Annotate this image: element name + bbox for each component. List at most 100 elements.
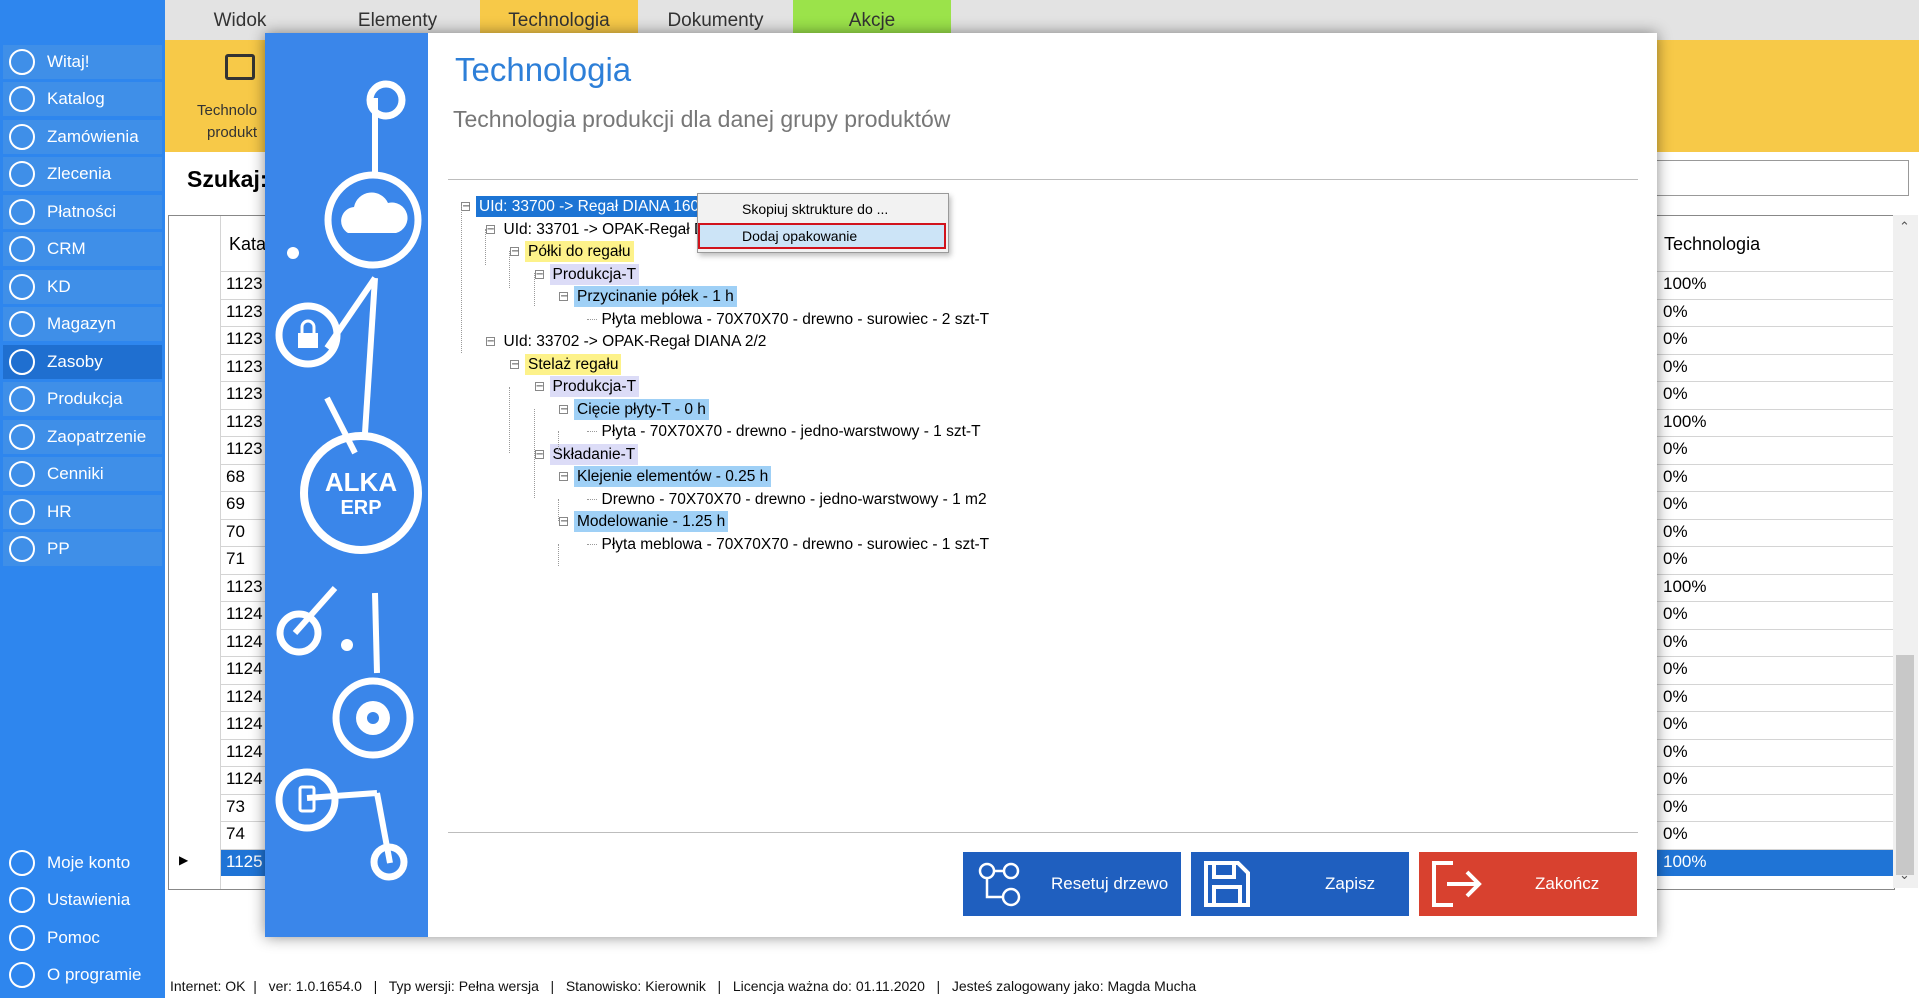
tree-node[interactable]: Płyta meblowa - 70X70X70 - drewno - suro…	[599, 534, 993, 555]
scrollbar-thumb[interactable]	[1896, 655, 1914, 875]
collapse-toggle-icon[interactable]: −	[534, 449, 544, 459]
grid-cell-catalog[interactable]: 69	[226, 494, 245, 514]
sidebar-item-płatności[interactable]: Płatności	[3, 195, 162, 229]
grid-cell-catalog[interactable]: 1124	[226, 632, 263, 652]
tree-node[interactable]: Modelowanie - 1.25 h	[574, 511, 729, 532]
grid-cell-catalog[interactable]: 1123	[226, 412, 263, 432]
tree-node[interactable]: Stelaż regału	[525, 353, 622, 375]
grid-header-left[interactable]: Kata	[229, 234, 266, 255]
collapse-toggle-icon[interactable]: −	[559, 404, 568, 414]
sidebar-item-kd[interactable]: KD	[3, 270, 162, 304]
sidebar-item-crm[interactable]: CRM	[3, 232, 162, 266]
collapse-toggle-icon[interactable]: −	[534, 382, 544, 392]
grid-cell-technology[interactable]: 0%	[1663, 714, 1688, 734]
grid-cell-technology[interactable]: 0%	[1663, 302, 1688, 322]
reset-tree-button[interactable]: Resetuj drzewo	[963, 852, 1181, 916]
sidebar-item-o-programie[interactable]: O programie	[3, 958, 162, 992]
tree-node[interactable]: Produkcja-T	[549, 376, 640, 397]
collapse-toggle-icon[interactable]: −	[534, 269, 544, 279]
grid-cell-catalog[interactable]: 1124	[226, 659, 263, 679]
grid-scrollbar[interactable]: ⌃ ⌄	[1893, 215, 1918, 888]
collapse-toggle-icon[interactable]: −	[461, 202, 470, 212]
grid-cell-technology[interactable]: 100%	[1663, 577, 1706, 597]
grid-cell-catalog[interactable]: 1124	[226, 687, 263, 707]
sidebar-item-ustawienia[interactable]: Ustawienia	[3, 883, 162, 917]
grid-cell-technology[interactable]: 0%	[1663, 439, 1688, 459]
collapse-toggle-icon[interactable]: −	[485, 337, 495, 347]
grid-cell-technology[interactable]: 0%	[1663, 797, 1688, 817]
grid-cell-technology[interactable]: 0%	[1663, 742, 1688, 762]
grid-cell-catalog[interactable]: 1125	[226, 852, 263, 872]
sidebar-item-zamówienia[interactable]: Zamówienia	[3, 120, 162, 154]
collapse-toggle-icon[interactable]: −	[510, 359, 519, 369]
grid-cell-catalog[interactable]: 74	[226, 824, 245, 844]
grid-cell-catalog[interactable]: 71	[226, 549, 245, 569]
sidebar-item-produkcja[interactable]: Produkcja	[3, 382, 162, 416]
exit-button[interactable]: Zakończ	[1419, 852, 1637, 916]
grid-cell-technology[interactable]: 0%	[1663, 604, 1688, 624]
tree-node[interactable]: Klejenie elementów - 0.25 h	[574, 466, 772, 487]
grid-cell-catalog[interactable]: 1123	[226, 357, 263, 377]
scroll-up-icon[interactable]: ⌃	[1899, 219, 1910, 235]
tree-node[interactable]: Drewno - 70X70X70 - drewno - jedno-warst…	[599, 489, 990, 510]
menu-item-add-packaging[interactable]: Dodaj opakowanie	[698, 223, 946, 249]
grid-cell-catalog[interactable]: 73	[226, 797, 245, 817]
grid-cell-technology[interactable]: 0%	[1663, 357, 1688, 377]
grid-cell-catalog[interactable]: 1123	[226, 439, 263, 459]
grid-cell-technology[interactable]: 0%	[1663, 632, 1688, 652]
tree-node[interactable]: Półki do regału	[525, 241, 634, 262]
grid-cell-technology[interactable]: 0%	[1663, 494, 1688, 514]
collapse-toggle-icon[interactable]: −	[559, 292, 568, 302]
grid-cell-technology[interactable]: 0%	[1663, 384, 1688, 404]
grid-cell-catalog[interactable]: 1123	[226, 384, 263, 404]
save-button[interactable]: Zapisz	[1191, 852, 1409, 916]
sidebar-item-hr[interactable]: HR	[3, 495, 162, 529]
grid-cell-technology[interactable]: 100%	[1663, 274, 1706, 294]
sidebar-item-zasoby[interactable]: Zasoby	[3, 345, 162, 379]
grid-cell-technology[interactable]: 0%	[1663, 769, 1688, 789]
sidebar-item-zlecenia[interactable]: Zlecenia	[3, 157, 162, 191]
sidebar-item-zaopatrzenie[interactable]: Zaopatrzenie	[3, 420, 162, 454]
sidebar-item-magazyn[interactable]: Magazyn	[3, 307, 162, 341]
grid-cell-technology[interactable]: 0%	[1663, 824, 1688, 844]
grid-header-technology[interactable]: Technologia	[1664, 234, 1760, 255]
tree-node[interactable]: Składanie-T	[549, 443, 639, 465]
grid-cell-catalog[interactable]: 1123	[226, 329, 263, 349]
grid-cell-technology[interactable]: 100%	[1663, 852, 1706, 872]
tree-node[interactable]: Produkcja-T	[549, 263, 640, 285]
grid-cell-technology[interactable]: 0%	[1663, 329, 1688, 349]
grid-cell-catalog[interactable]: 1124	[226, 714, 263, 734]
collapse-toggle-icon[interactable]: −	[485, 224, 495, 234]
tree-node[interactable]: Płyta - 70X70X70 - drewno - jedno-warstw…	[599, 421, 984, 442]
grid-cell-catalog[interactable]: 70	[226, 522, 245, 542]
grid-cell-catalog[interactable]: 68	[226, 467, 245, 487]
collapse-toggle-icon[interactable]: −	[559, 472, 568, 482]
tree-node[interactable]: Płyta meblowa - 70X70X70 - drewno - suro…	[599, 309, 993, 330]
tree-node[interactable]: UId: 33702 -> OPAK-Regał DIANA 2/2	[501, 331, 770, 352]
tree-node[interactable]: Przycinanie półek - 1 h	[574, 286, 737, 307]
tree-node[interactable]: Cięcie płyty-T - 0 h	[574, 398, 709, 420]
menu-item-copy-structure[interactable]: Skopiuj sktrukture do ...	[698, 196, 946, 222]
grid-cell-catalog[interactable]: 1124	[226, 769, 263, 789]
scroll-down-icon[interactable]: ⌄	[1899, 867, 1910, 883]
grid-cell-technology[interactable]: 0%	[1663, 687, 1688, 707]
sidebar-item-pomoc[interactable]: Pomoc	[3, 921, 162, 955]
collapse-toggle-icon[interactable]: −	[510, 247, 519, 257]
grid-cell-technology[interactable]: 100%	[1663, 412, 1706, 432]
ribbon-technology-button[interactable]: Technolo produkt	[197, 100, 257, 144]
grid-cell-catalog[interactable]: 1123	[226, 302, 263, 322]
grid-cell-catalog[interactable]: 1124	[226, 742, 263, 762]
sidebar-item-cenniki[interactable]: Cenniki	[3, 457, 162, 491]
grid-cell-technology[interactable]: 0%	[1663, 549, 1688, 569]
grid-cell-catalog[interactable]: 1124	[226, 604, 263, 624]
collapse-toggle-icon[interactable]: −	[559, 517, 568, 527]
grid-cell-catalog[interactable]: 1123	[226, 577, 263, 597]
grid-cell-technology[interactable]: 0%	[1663, 467, 1688, 487]
grid-cell-technology[interactable]: 0%	[1663, 659, 1688, 679]
sidebar-item-pp[interactable]: PP	[3, 532, 162, 566]
search-input[interactable]	[1655, 160, 1909, 196]
grid-cell-catalog[interactable]: 1123	[226, 274, 263, 294]
sidebar-item-witaj-[interactable]: Witaj!	[3, 45, 162, 79]
sidebar-item-katalog[interactable]: Katalog	[3, 82, 162, 116]
sidebar-item-moje-konto[interactable]: Moje konto	[3, 846, 162, 880]
